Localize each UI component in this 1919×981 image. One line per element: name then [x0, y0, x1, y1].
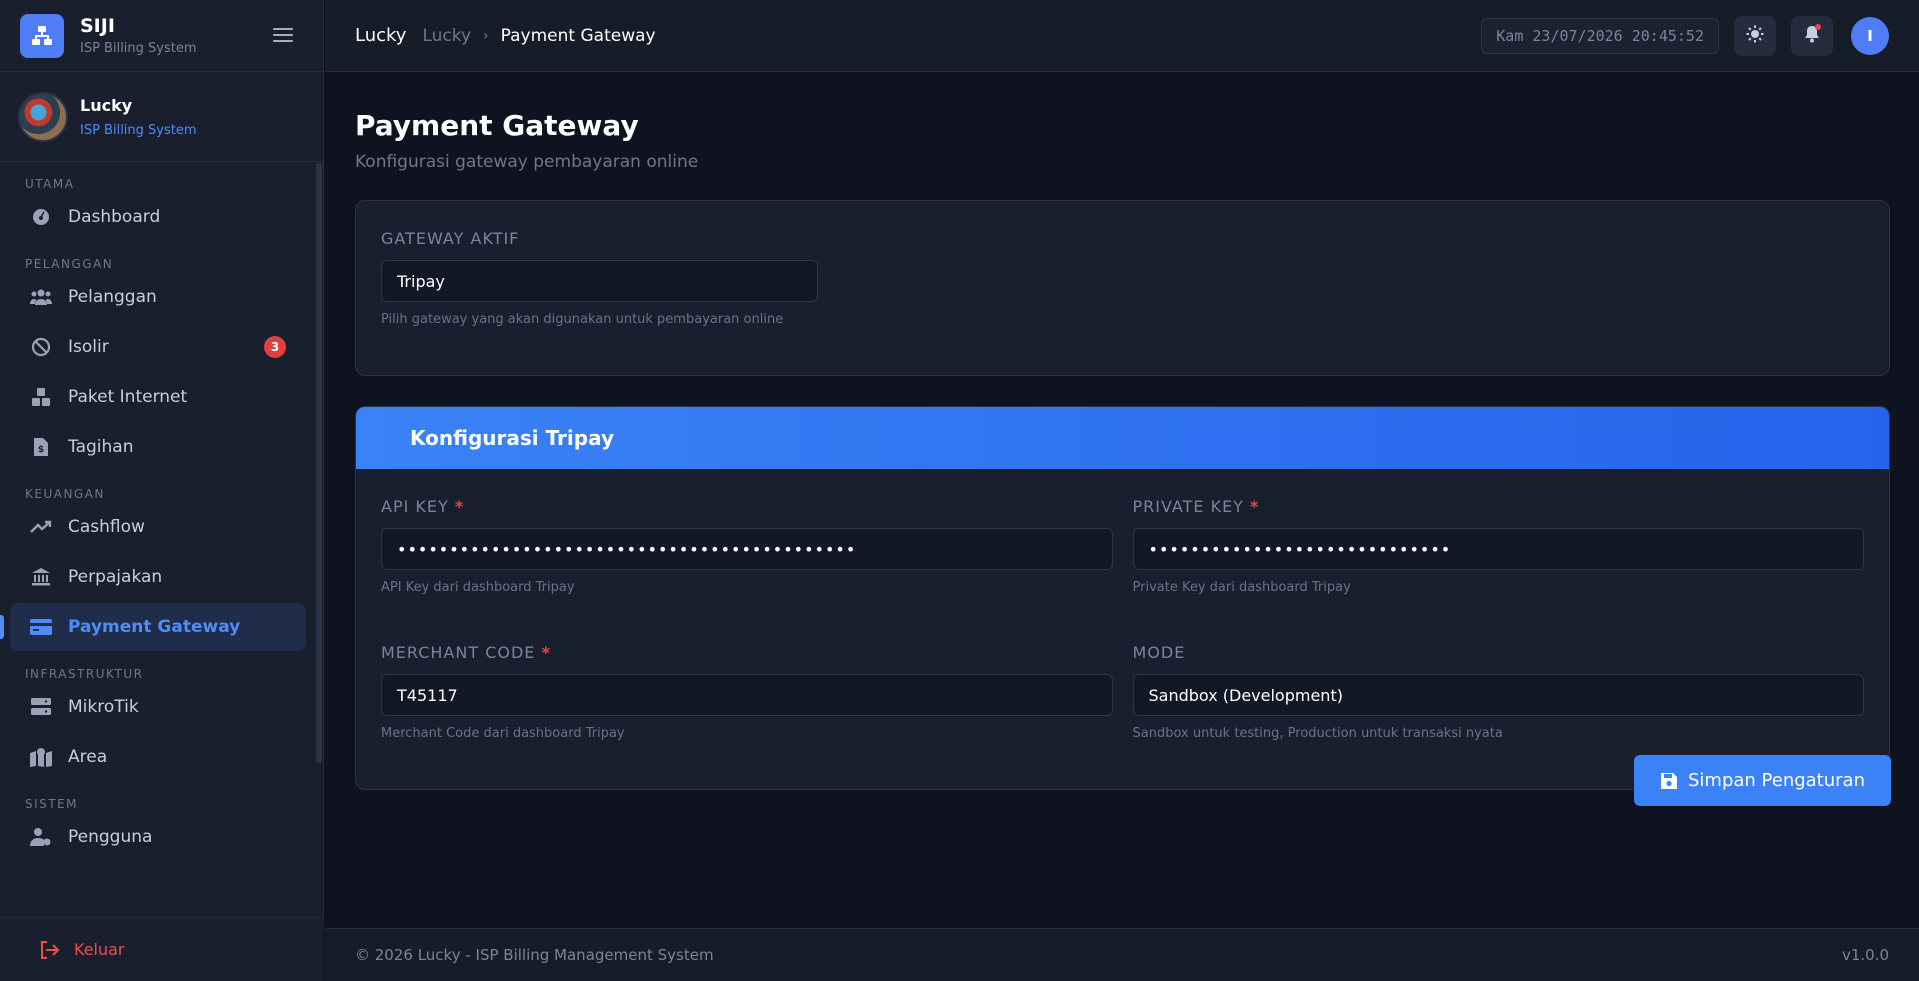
trend-up-icon: [30, 516, 52, 538]
sidebar-item-dashboard[interactable]: Dashboard: [10, 193, 306, 241]
sidebar-item-isolir[interactable]: Isolir 3: [10, 323, 306, 371]
breadcrumb-current: Payment Gateway: [500, 25, 656, 46]
app-version: v1.0.0: [1841, 946, 1889, 964]
gateway-card: GATEWAY AKTIF Tripay Pilih gateway yang …: [355, 200, 1890, 376]
merchant-code-group: MERCHANT CODE * T45117 Merchant Code dar…: [381, 643, 1113, 789]
user-avatar-button[interactable]: I: [1851, 16, 1889, 55]
boxes-icon: [30, 386, 52, 408]
ban-icon: [30, 336, 52, 358]
sidebar-item-label: Perpajakan: [68, 567, 163, 587]
sidebar-item-label: Tagihan: [68, 437, 134, 457]
mode-select[interactable]: Sandbox (Development): [1132, 674, 1864, 716]
avatar: [18, 91, 68, 142]
svg-text:$: $: [38, 445, 44, 455]
users-icon: [30, 286, 52, 308]
main-content: Payment Gateway Konfigurasi gateway pemb…: [355, 72, 1890, 790]
brand-name: SIJI: [80, 15, 115, 37]
required-mark: *: [1250, 497, 1260, 516]
sidebar-item-label: Payment Gateway: [68, 617, 241, 637]
breadcrumb-parent[interactable]: Lucky: [422, 26, 471, 46]
user-gear-icon: [30, 826, 52, 848]
sidebar-nav: UTAMA Dashboard PELANGGAN Pelanggan Isol…: [0, 163, 316, 915]
datetime-display: Kam 23/07/2026 20:45:52: [1481, 17, 1719, 54]
api-key-input[interactable]: ••••••••••••••••••••••••••••••••••••••••…: [381, 528, 1113, 570]
sidebar-item-label: Paket Internet: [68, 387, 188, 407]
save-icon: [1660, 772, 1678, 790]
chevron-right-icon: ›: [483, 27, 489, 44]
network-logo-icon: [20, 13, 64, 58]
private-key-input[interactable]: •••••••••••••••••••••••••••••: [1132, 528, 1864, 570]
sidebar-item-label: MikroTik: [68, 697, 139, 717]
nav-section-title: SISTEM: [25, 797, 79, 811]
notification-dot: [1815, 23, 1821, 30]
sidebar-item-payment-gateway[interactable]: Payment Gateway: [0, 603, 306, 651]
invoice-icon: $: [30, 436, 52, 458]
logout-label: Keluar: [74, 940, 125, 959]
user-profile[interactable]: Lucky ISP Billing System: [0, 72, 323, 162]
private-key-label: PRIVATE KEY: [1132, 497, 1244, 516]
profile-role: ISP Billing System: [80, 122, 197, 138]
save-label: Simpan Pengaturan: [1687, 770, 1865, 791]
count-badge: 3: [264, 336, 286, 358]
sidebar-item-label: Dashboard: [68, 207, 161, 227]
api-key-label: API KEY: [381, 497, 449, 516]
sidebar-item-tagihan[interactable]: $ Tagihan: [10, 423, 306, 471]
top-header: Lucky Lucky › Payment Gateway Kam 23/07/…: [325, 0, 1919, 72]
profile-name: Lucky: [80, 95, 133, 115]
dashboard-icon: [30, 206, 52, 228]
sidebar-item-pelanggan[interactable]: Pelanggan: [10, 273, 306, 321]
sun-icon: [1746, 25, 1764, 47]
sidebar-item-label: Isolir: [68, 337, 109, 357]
mode-hint: Sandbox untuk testing, Production untuk …: [1132, 726, 1503, 741]
sidebar-item-perpajakan[interactable]: Perpajakan: [10, 553, 306, 601]
page-subtitle: Konfigurasi gateway pembayaran online: [355, 152, 699, 172]
nav-section-title: UTAMA: [25, 177, 75, 191]
sidebar: SIJI ISP Billing System Lucky ISP Billin…: [0, 0, 324, 981]
gateway-hint: Pilih gateway yang akan digunakan untuk …: [381, 312, 784, 327]
sidebar-item-label: Area: [68, 747, 108, 767]
footer-copyright: © 2026 Lucky - ISP Billing Management Sy…: [355, 946, 714, 964]
gateway-label: GATEWAY AKTIF: [381, 229, 520, 248]
merchant-code-input[interactable]: T45117: [381, 674, 1113, 716]
sidebar-item-label: Pengguna: [68, 827, 153, 847]
tripay-config-card: Konfigurasi Tripay API KEY * •••••••••••…: [355, 406, 1890, 790]
sidebar-item-mikrotik[interactable]: MikroTik: [10, 683, 306, 731]
sidebar-item-label: Cashflow: [68, 517, 145, 537]
sidebar-item-paket-internet[interactable]: Paket Internet: [10, 373, 306, 421]
sidebar-item-label: Pelanggan: [68, 287, 157, 307]
menu-toggle-icon[interactable]: [273, 24, 293, 44]
breadcrumb-app[interactable]: Lucky: [355, 25, 406, 46]
sidebar-item-cashflow[interactable]: Cashflow: [10, 503, 306, 551]
nav-section-title: PELANGGAN: [25, 257, 114, 271]
notifications-button[interactable]: [1791, 15, 1833, 56]
config-card-title: Konfigurasi Tripay: [356, 407, 1889, 469]
server-icon: [30, 696, 52, 718]
gateway-select[interactable]: Tripay: [381, 260, 818, 302]
brand-subtitle: ISP Billing System: [80, 41, 197, 56]
merchant-code-hint: Merchant Code dari dashboard Tripay: [381, 726, 625, 741]
api-key-hint: API Key dari dashboard Tripay: [381, 580, 575, 595]
api-key-group: API KEY * ••••••••••••••••••••••••••••••…: [381, 497, 1113, 643]
logout-button[interactable]: Keluar: [0, 917, 324, 981]
mode-label: MODE: [1132, 643, 1186, 662]
page-title: Payment Gateway: [355, 109, 639, 142]
sidebar-scrollbar[interactable]: [316, 163, 322, 763]
nav-section-title: KEUANGAN: [25, 487, 105, 501]
credit-card-icon: [30, 616, 52, 638]
private-key-hint: Private Key dari dashboard Tripay: [1132, 580, 1351, 595]
private-key-group: PRIVATE KEY * ••••••••••••••••••••••••••…: [1132, 497, 1864, 643]
required-mark: *: [454, 497, 465, 516]
bank-icon: [30, 566, 52, 588]
theme-toggle-button[interactable]: [1734, 15, 1776, 56]
brand: SIJI ISP Billing System: [0, 0, 323, 72]
nav-section-title: INFRASTRUKTUR: [25, 667, 144, 681]
sidebar-item-pengguna[interactable]: Pengguna: [10, 813, 306, 861]
map-icon: [30, 746, 52, 768]
footer: © 2026 Lucky - ISP Billing Management Sy…: [325, 928, 1919, 981]
required-mark: *: [541, 643, 551, 662]
sidebar-item-area[interactable]: Area: [10, 733, 306, 781]
merchant-code-label: MERCHANT CODE: [381, 643, 536, 662]
save-settings-button[interactable]: Simpan Pengaturan: [1634, 755, 1891, 806]
logout-icon: [40, 940, 60, 959]
